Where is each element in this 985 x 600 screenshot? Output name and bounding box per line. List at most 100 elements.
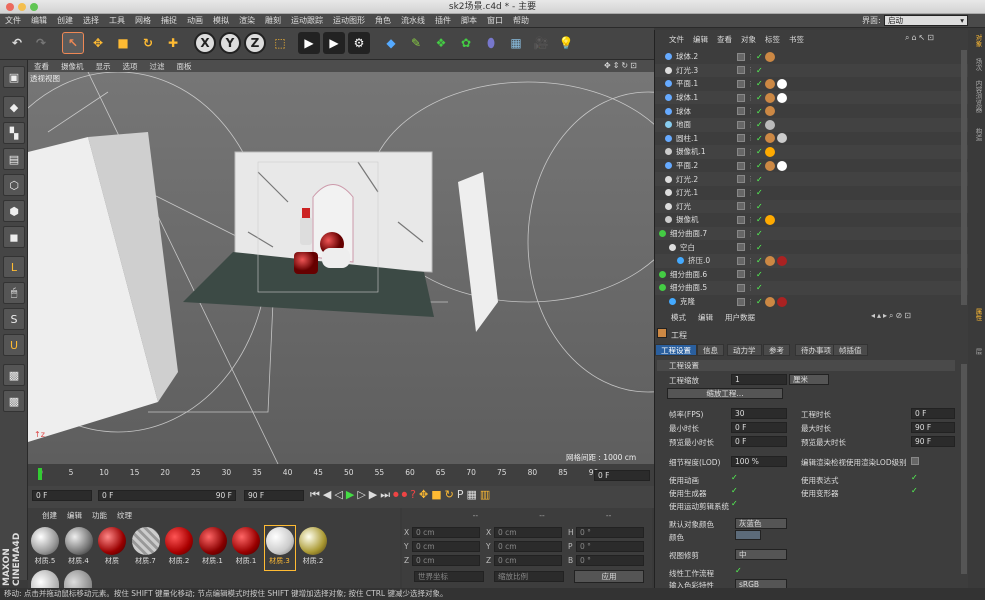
visibility-dots-icon[interactable]: ⋮ xyxy=(747,230,754,238)
object-row[interactable]: 球体.2 ⋮ ✓ xyxy=(655,50,969,64)
scale-icon[interactable]: ■ xyxy=(112,32,134,54)
rotate-icon[interactable]: ↻ xyxy=(137,32,159,54)
visibility-dots-icon[interactable]: ⋮ xyxy=(747,175,754,183)
pla-key-icon[interactable]: ▦ xyxy=(466,488,476,502)
object-tag-icon[interactable] xyxy=(764,146,775,157)
object-row[interactable]: 摄像机.1 ⋮ ✓ xyxy=(655,145,969,159)
object-row[interactable]: 空白 ⋮ ✓ xyxy=(655,240,969,254)
layer-checkbox[interactable] xyxy=(737,270,745,279)
visibility-dots-icon[interactable]: ⋮ xyxy=(747,121,754,129)
start-frame-field[interactable]: 0 F xyxy=(32,490,92,501)
use-expressions-checkbox[interactable]: ✓ xyxy=(911,473,918,482)
material-row-2-preview[interactable] xyxy=(31,570,59,590)
side-tab[interactable]: 场次 xyxy=(970,58,983,71)
scale-unit-select[interactable]: 厘米 xyxy=(789,374,829,385)
object-menu-item[interactable]: 文件 xyxy=(669,34,684,45)
object-row[interactable]: 平面.2 ⋮ ✓ xyxy=(655,159,969,173)
use-deformers-checkbox[interactable]: ✓ xyxy=(911,486,918,495)
render-settings-icon[interactable]: ⚙ xyxy=(348,32,370,54)
menu-item[interactable]: 选择 xyxy=(78,15,104,26)
material-swatch[interactable]: 材质.5 xyxy=(30,526,60,570)
material-swatch[interactable]: 材质.1 xyxy=(231,526,261,570)
coord-value-field[interactable]: 0 cm xyxy=(494,541,562,552)
layer-checkbox[interactable] xyxy=(737,202,745,211)
range-slider[interactable]: 0 F 90 F xyxy=(98,490,236,501)
enabled-check-icon[interactable]: ✓ xyxy=(756,93,763,102)
visibility-dots-icon[interactable]: ⋮ xyxy=(747,298,754,306)
record-icon[interactable]: ⏺ xyxy=(393,488,399,502)
object-tag-icon[interactable] xyxy=(776,78,787,89)
coord-mode-select[interactable]: 世界坐标 xyxy=(414,571,484,582)
menu-item[interactable]: 插件 xyxy=(430,15,456,26)
coord-value-field[interactable]: 0 cm xyxy=(412,541,480,552)
layer-checkbox[interactable] xyxy=(737,52,745,61)
object-row[interactable]: 灯光.3 ⋮ ✓ xyxy=(655,63,969,78)
side-tab[interactable]: 属性 xyxy=(970,308,983,321)
object-row[interactable]: 球体 ⋮ ✓ xyxy=(655,104,969,118)
minimize-window-button[interactable] xyxy=(18,3,26,11)
zoom-window-button[interactable] xyxy=(30,3,38,11)
coord-value-field[interactable]: 0 cm xyxy=(494,555,562,566)
object-row[interactable]: 细分曲面.6 ⋮ ✓ xyxy=(655,268,969,282)
attribute-scrollbar[interactable] xyxy=(961,364,967,574)
layer-checkbox[interactable] xyxy=(737,188,745,197)
attribute-tab[interactable]: 帧插值 xyxy=(833,344,868,356)
use-generators-checkbox[interactable]: ✓ xyxy=(731,486,738,495)
object-row[interactable]: 平面.1 ⋮ ✓ xyxy=(655,77,969,91)
undo-icon[interactable]: ↶ xyxy=(6,32,28,54)
coord-value-field[interactable]: 0 ° xyxy=(576,541,644,552)
object-row[interactable]: 挤压.0 ⋮ ✓ xyxy=(655,254,969,268)
menu-item[interactable]: 模拟 xyxy=(208,15,234,26)
fps-field[interactable]: 30 xyxy=(731,408,787,419)
visibility-dots-icon[interactable]: ⋮ xyxy=(747,257,754,265)
material-menu-item[interactable]: 编辑 xyxy=(67,510,82,521)
z-axis-icon[interactable]: Z xyxy=(244,32,266,54)
cloner-icon[interactable]: ✿ xyxy=(455,32,477,54)
prev-frame-icon[interactable]: ◁ xyxy=(334,488,342,502)
visibility-dots-icon[interactable]: ⋮ xyxy=(747,216,754,224)
move-icon[interactable]: ✥ xyxy=(87,32,109,54)
menu-item[interactable]: 运动跟踪 xyxy=(286,15,328,26)
menu-item[interactable]: 渲染 xyxy=(234,15,260,26)
menu-item[interactable]: 运动图形 xyxy=(328,15,370,26)
lod-render-checkbox[interactable] xyxy=(911,457,919,465)
menu-item[interactable]: 雕刻 xyxy=(260,15,286,26)
keyframe-selection-icon[interactable]: ? xyxy=(410,488,416,502)
visibility-dots-icon[interactable]: ⋮ xyxy=(747,243,754,251)
object-tag-icon[interactable] xyxy=(764,214,775,225)
layer-checkbox[interactable] xyxy=(737,243,745,252)
rotation-key-icon[interactable]: ↻ xyxy=(445,488,454,502)
menu-item[interactable]: 捕捉 xyxy=(156,15,182,26)
layer-checkbox[interactable] xyxy=(737,229,745,238)
object-tag-icon[interactable] xyxy=(764,255,775,266)
prev-key-icon[interactable]: ◀ xyxy=(323,488,331,502)
menu-item[interactable]: 文件 xyxy=(0,15,26,26)
visibility-dots-icon[interactable]: ⋮ xyxy=(747,284,754,292)
attribute-menu-item[interactable]: 用户数据 xyxy=(725,312,755,323)
layer-checkbox[interactable] xyxy=(737,107,745,116)
x-axis-icon[interactable]: X xyxy=(194,32,216,54)
material-swatch[interactable]: 材质.2 xyxy=(298,526,328,570)
enabled-check-icon[interactable]: ✓ xyxy=(756,229,763,238)
visibility-dots-icon[interactable]: ⋮ xyxy=(747,270,754,278)
menu-item[interactable]: 动画 xyxy=(182,15,208,26)
cube-icon[interactable]: ◆ xyxy=(380,32,402,54)
viewport-menu-item[interactable]: 显示 xyxy=(90,61,117,72)
deformer-icon[interactable]: ⬮ xyxy=(480,32,502,54)
lod-field[interactable]: 100 % xyxy=(731,456,787,467)
material-row-2-preview[interactable] xyxy=(64,570,92,590)
scale-project-button[interactable]: 缩放工程... xyxy=(667,388,783,399)
enabled-check-icon[interactable]: ✓ xyxy=(756,283,763,292)
visibility-dots-icon[interactable]: ⋮ xyxy=(747,80,754,88)
enabled-check-icon[interactable]: ✓ xyxy=(756,52,763,61)
enabled-check-icon[interactable]: ✓ xyxy=(756,147,763,156)
visibility-dots-icon[interactable]: ⋮ xyxy=(747,202,754,210)
object-tag-icon[interactable] xyxy=(764,133,775,144)
enabled-check-icon[interactable]: ✓ xyxy=(756,175,763,184)
material-menu-item[interactable]: 纹理 xyxy=(117,510,132,521)
viewport-menu-item[interactable]: 过滤 xyxy=(144,61,171,72)
menu-item[interactable]: 编辑 xyxy=(26,15,52,26)
object-tag-icon[interactable] xyxy=(764,92,775,103)
material-swatch[interactable]: 材质.1 xyxy=(198,526,228,570)
lock-workplane-icon[interactable]: ▩ xyxy=(3,364,25,386)
